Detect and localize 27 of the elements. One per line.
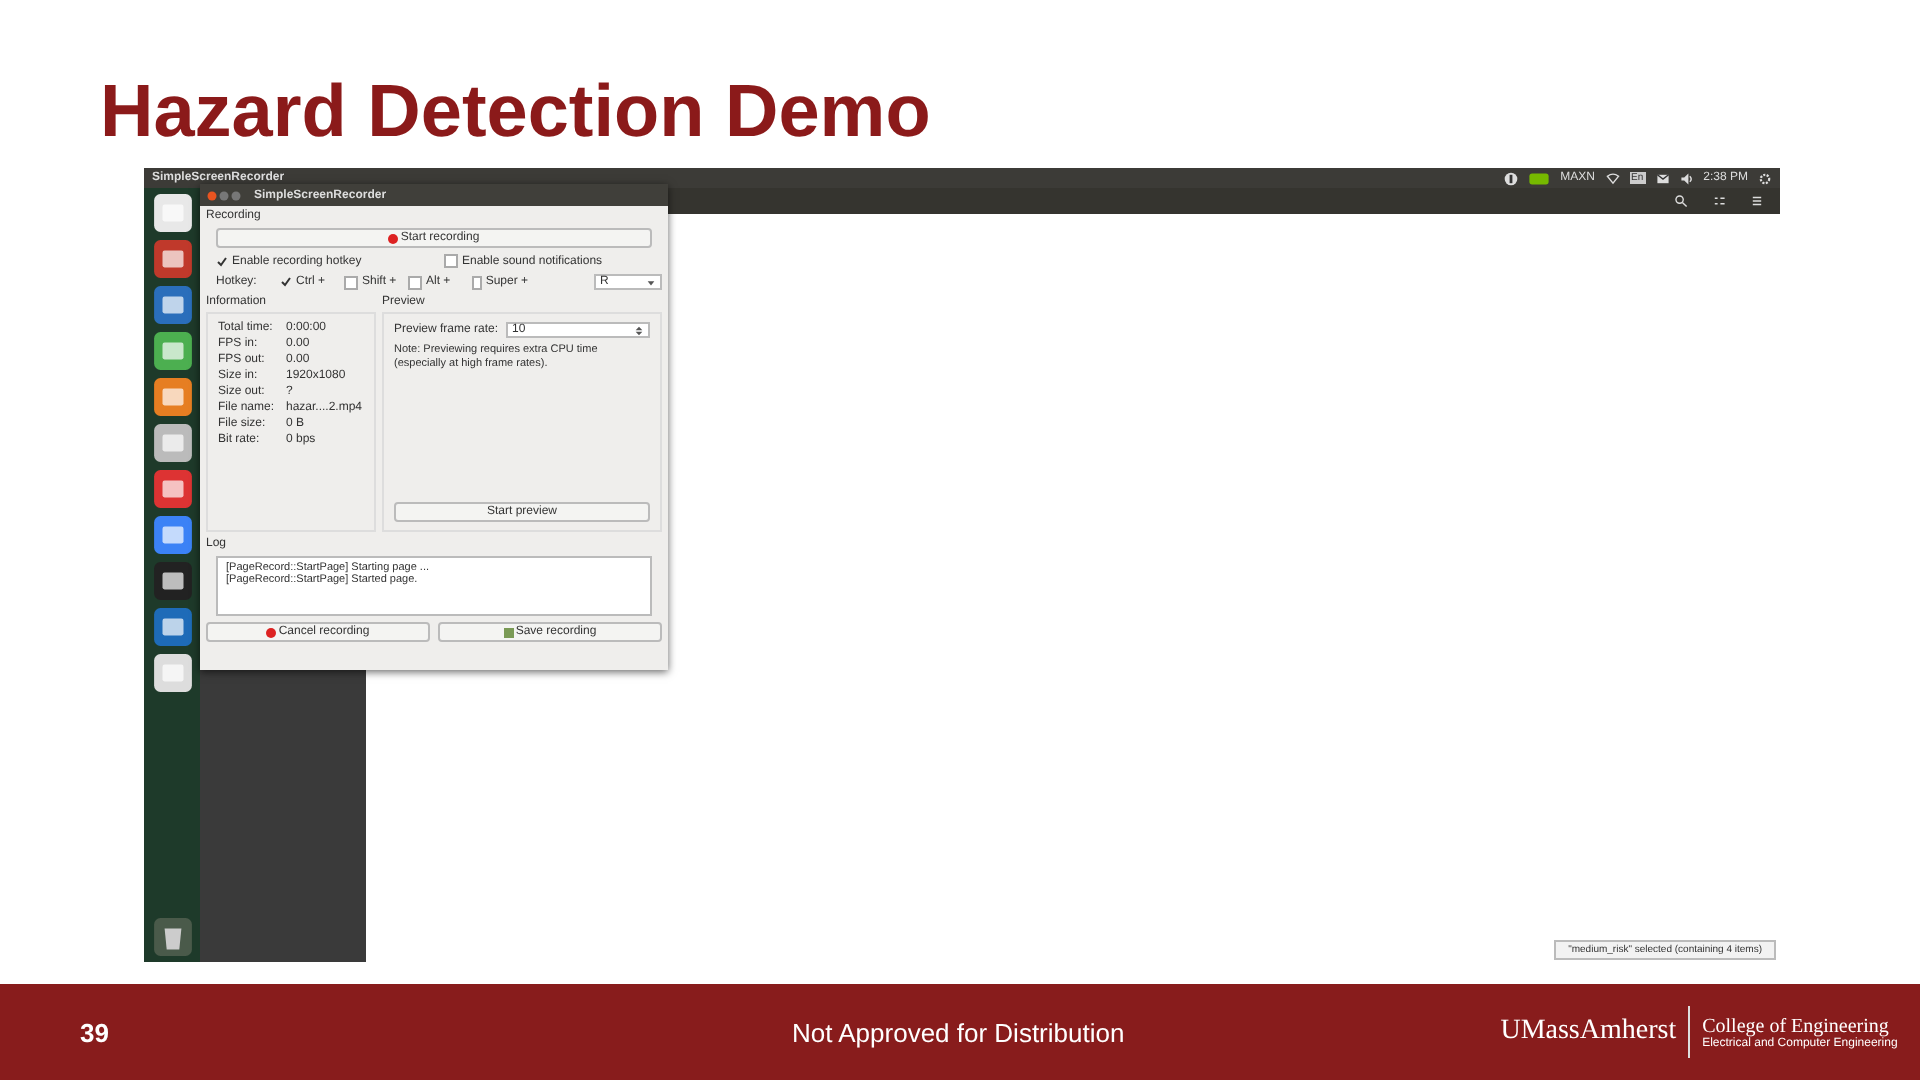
volume-icon	[1679, 171, 1694, 185]
check-icon	[216, 255, 228, 267]
app-icon[interactable]	[151, 376, 193, 418]
app-icon[interactable]	[151, 606, 193, 648]
app-icon[interactable]	[151, 652, 193, 694]
wifi-icon	[1605, 171, 1620, 185]
app-icon[interactable]	[151, 192, 193, 234]
app-icon[interactable]	[151, 422, 193, 464]
app-icon[interactable]	[151, 330, 193, 372]
menu-icon[interactable]	[1750, 194, 1764, 208]
app-icon[interactable]	[151, 284, 193, 326]
page-number: 39	[80, 1017, 111, 1047]
footer-text: Not Approved for Distribution	[792, 1017, 1125, 1047]
college-name: College of Engineering	[1702, 1015, 1891, 1037]
window-controls-icon[interactable]	[206, 189, 242, 201]
app-icon[interactable]	[151, 238, 193, 280]
slide-title: Hazard Detection Demo	[100, 68, 933, 156]
list-view-icon[interactable]	[1712, 194, 1726, 208]
app-icon[interactable]	[151, 560, 193, 602]
spinner-arrows-icon	[634, 325, 644, 335]
app-icon[interactable]	[151, 468, 193, 510]
caret-icon	[646, 277, 656, 287]
search-icon[interactable]	[1674, 194, 1688, 208]
trash-icon[interactable]	[151, 916, 193, 958]
university-name: UMassAmherst	[1500, 1006, 1691, 1058]
check-icon	[280, 276, 292, 288]
app-icon[interactable]	[151, 514, 193, 556]
